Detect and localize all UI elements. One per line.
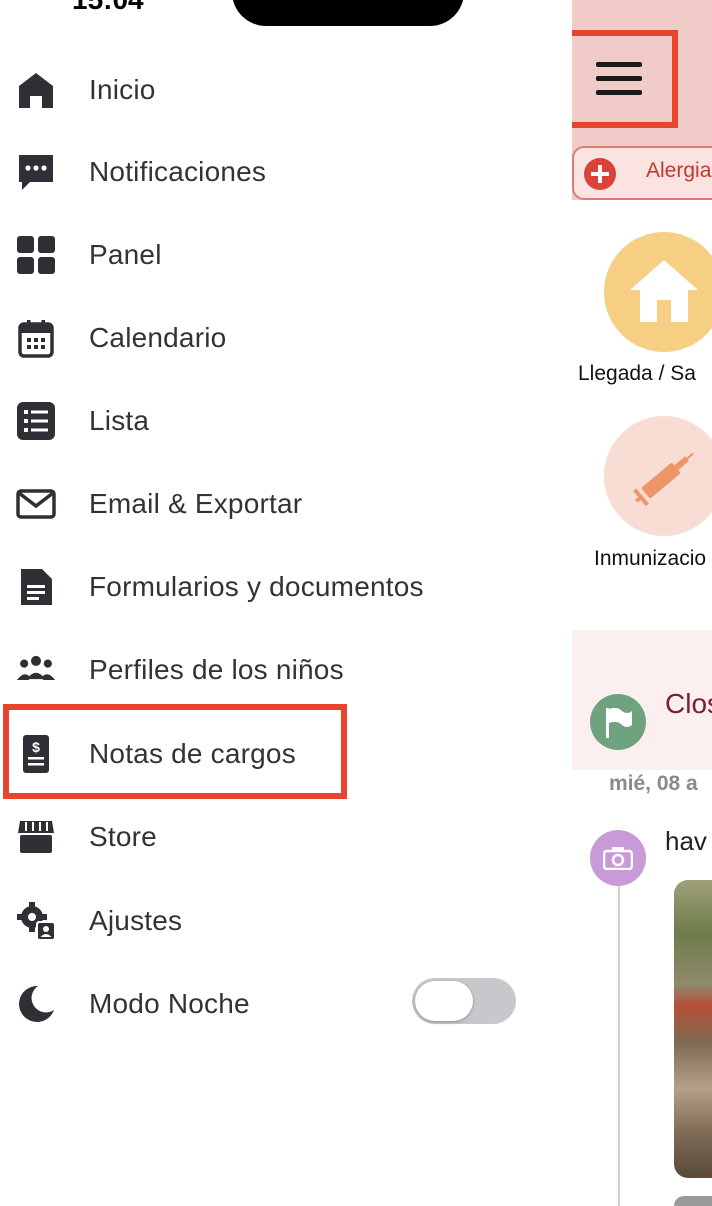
menu-item-calendario[interactable]: Calendario — [0, 302, 560, 374]
night-mode-toggle[interactable] — [412, 978, 516, 1024]
calendar-icon — [14, 316, 58, 360]
menu-label: Modo Noche — [89, 988, 250, 1019]
timeline-line — [618, 880, 620, 1206]
store-icon — [14, 815, 58, 859]
menu-label: Store — [89, 821, 157, 852]
immunization-tile-label: Inmunizacio — [594, 547, 707, 570]
chat-bubble-icon — [14, 150, 58, 194]
group-icon — [14, 648, 58, 692]
flag-icon — [590, 694, 646, 750]
house-icon — [630, 260, 698, 322]
menu-label: Lista — [89, 405, 150, 436]
document-icon — [14, 565, 58, 609]
camera-icon — [590, 830, 646, 886]
menu-item-panel[interactable]: Panel — [0, 219, 560, 291]
list-icon — [14, 399, 58, 443]
camera-notch — [232, 0, 464, 26]
arrival-tile-label: Llegada / Sa — [578, 362, 696, 385]
menu-item-ajustes[interactable]: Ajustes — [0, 885, 560, 957]
menu-label: Perfiles de los niños — [89, 654, 344, 685]
immunization-tile-circle[interactable] — [604, 416, 712, 536]
event-card[interactable]: Clos — [572, 630, 712, 770]
moon-icon — [14, 982, 58, 1026]
menu-label: Calendario — [89, 322, 227, 353]
arrival-tile-circle[interactable] — [604, 232, 712, 352]
menu-item-notificaciones[interactable]: Notificaciones — [0, 136, 560, 208]
menu-item-formularios[interactable]: Formularios y documentos — [0, 551, 560, 623]
menu-item-inicio[interactable]: Inicio — [0, 54, 560, 126]
background-app-panel: Alergia Llegada / Sa Inmunizacio Clo mié… — [572, 0, 712, 1206]
menu-label: Inicio — [89, 74, 156, 105]
plus-icon — [584, 158, 616, 190]
menu-item-email-exportar[interactable]: Email & Exportar — [0, 468, 560, 540]
menu-label: Formularios y documentos — [89, 571, 424, 602]
allergy-label: Alergia — [646, 159, 712, 182]
date-label: mié, 08 a — [609, 772, 698, 795]
home-icon — [14, 68, 58, 112]
photo-thumbnail-next[interactable] — [674, 1196, 712, 1206]
grid-icon — [14, 233, 58, 277]
event-title: Clos — [665, 688, 712, 719]
menu-item-lista[interactable]: Lista — [0, 385, 560, 457]
status-time: 15:04 — [72, 0, 144, 16]
envelope-icon — [14, 482, 58, 526]
menu-label: Notificaciones — [89, 156, 267, 187]
menu-item-store[interactable]: Store — [0, 801, 560, 873]
menu-label: Ajustes — [89, 905, 183, 936]
post-title: hav — [665, 826, 707, 856]
highlight-box-hamburger — [572, 30, 678, 128]
menu-label: Email & Exportar — [89, 488, 303, 519]
photo-thumbnail[interactable] — [674, 880, 712, 1178]
menu-item-perfiles[interactable]: Perfiles de los niños — [0, 634, 560, 706]
syringe-icon — [633, 452, 694, 507]
highlight-box-notas-de-cargos — [3, 704, 347, 799]
allergy-button[interactable]: Alergia — [572, 146, 712, 200]
menu-label: Panel — [89, 239, 162, 270]
toggle-knob — [415, 981, 473, 1021]
settings-icon — [14, 899, 58, 943]
